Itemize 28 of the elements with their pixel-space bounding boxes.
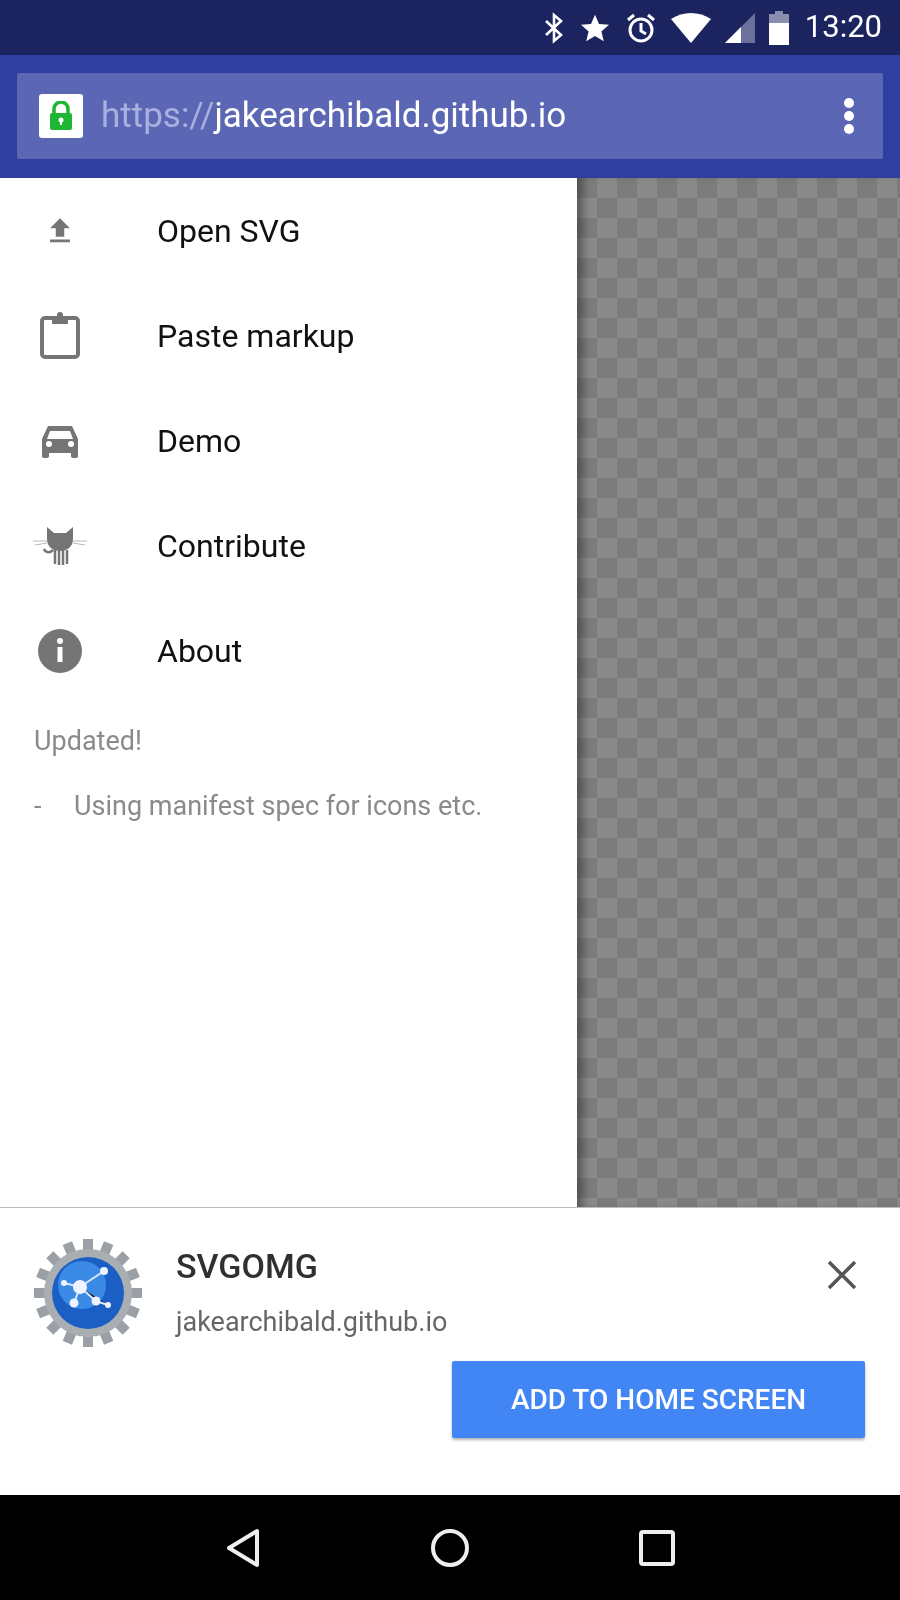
battery-icon (768, 10, 789, 45)
alarm-clock-icon (624, 11, 657, 44)
close-icon[interactable] (826, 1259, 858, 1291)
back-icon[interactable] (224, 1527, 261, 1568)
url-text: https://jakearchibald.github.io (101, 93, 567, 138)
list-bullet: - (34, 788, 43, 824)
changelog-heading: Updated! (34, 724, 143, 759)
menu-item[interactable]: Paste markup (0, 283, 577, 388)
menu-item[interactable]: Contribute (0, 493, 577, 598)
changelog-item: Using manifest spec for icons etc. (74, 788, 483, 824)
wifi-signal-icon (670, 12, 711, 43)
octocat-icon (33, 524, 87, 567)
cell-signal-icon (724, 12, 755, 43)
app-logo-icon (34, 1239, 142, 1347)
menu-item[interactable]: About (0, 598, 577, 703)
home-icon[interactable] (430, 1527, 470, 1568)
info-icon (38, 628, 82, 673)
menu-item[interactable]: Open SVG (0, 178, 577, 283)
recent-apps-icon[interactable] (639, 1529, 676, 1566)
clock-time: 13:20 (804, 7, 882, 48)
app-title: SVGOMG (176, 1245, 319, 1288)
app-url: jakearchibald.github.io (176, 1305, 449, 1340)
menu-item[interactable]: Demo (0, 388, 577, 493)
more-menu-icon[interactable] (843, 97, 855, 135)
lock-icon (39, 94, 83, 138)
add-to-home-screen-button[interactable]: ADD TO HOME SCREEN (452, 1361, 865, 1438)
clipboard-icon (39, 311, 81, 360)
address-bar[interactable]: https://jakearchibald.github.io (17, 73, 883, 159)
